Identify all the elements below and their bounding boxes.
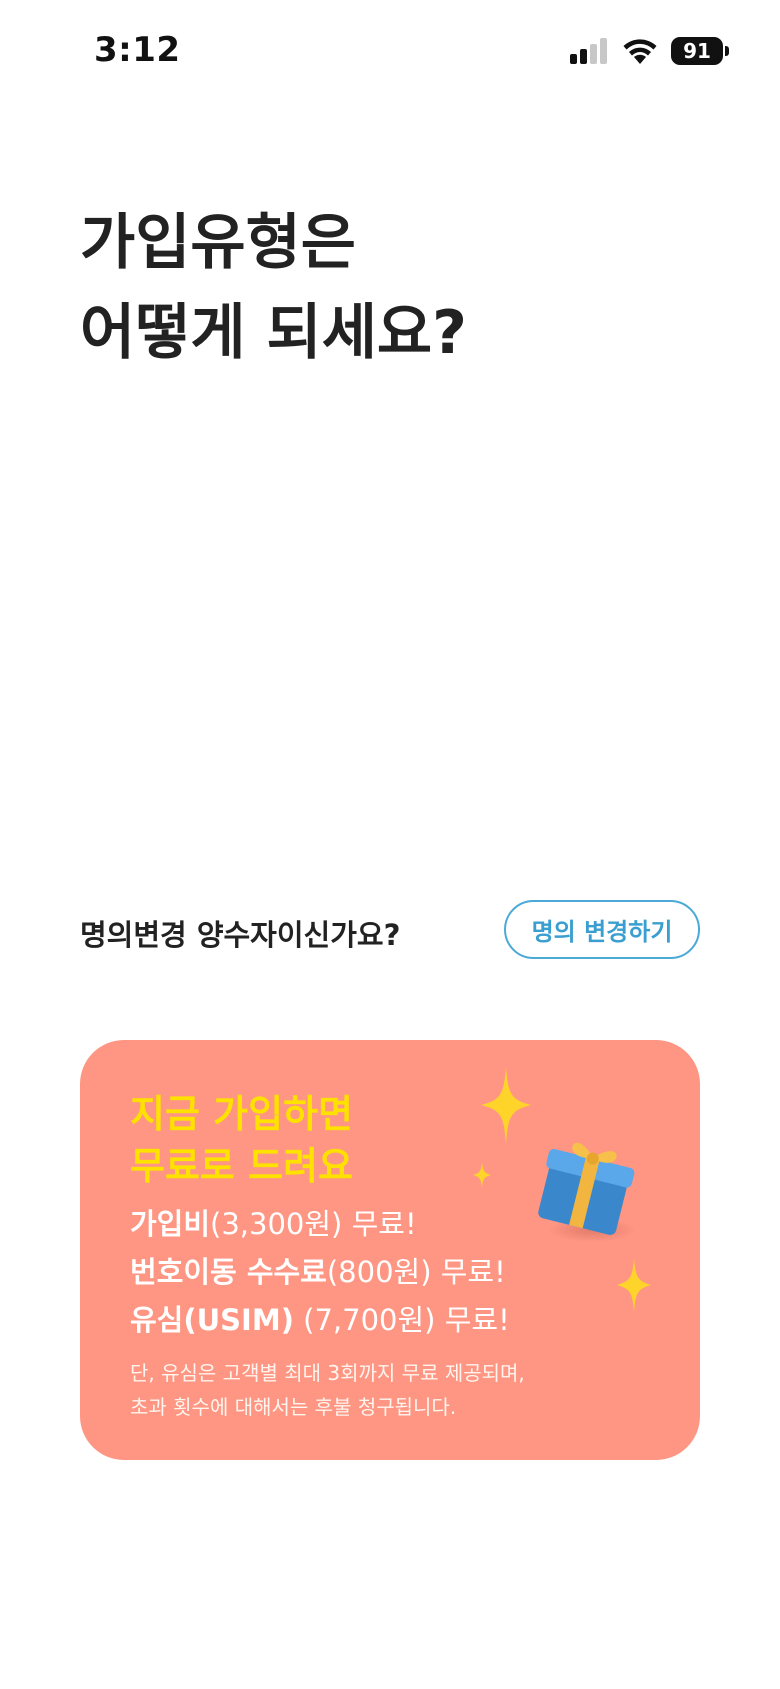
change-ownership-button[interactable]: 명의 변경하기 (504, 900, 700, 959)
page-title-line2: 어떻게 되세요? (80, 298, 467, 368)
benefit-name: 유심(USIM) (130, 1303, 294, 1337)
promo-headline-line2: 무료로 드려요 (130, 1144, 353, 1188)
sparkle-icon (473, 1162, 491, 1188)
benefit-item: 가입비(3,300원) 무료! (130, 1200, 510, 1248)
sparkle-icon (481, 1066, 531, 1144)
transfer-question: 명의변경 양수자이신가요? (80, 918, 401, 952)
benefit-item: 유심(USIM) (7,700원) 무료! (130, 1296, 510, 1344)
promo-note-line1: 단, 유심은 고객별 최대 3회까지 무료 제공되며, (130, 1361, 525, 1385)
transfer-row: 명의변경 양수자이신가요? 명의 변경하기 (80, 900, 700, 960)
sparkle-icon (617, 1258, 651, 1312)
benefit-item: 번호이동 수수료(800원) 무료! (130, 1248, 510, 1296)
promo-note: 단, 유심은 고객별 최대 3회까지 무료 제공되며, 초과 횟수에 대해서는 … (130, 1356, 525, 1424)
battery-icon: 91 (671, 37, 723, 65)
status-time: 3:12 (94, 30, 181, 70)
page-title: 가입유형은 어떻게 되세요? (80, 198, 467, 378)
promo-note-line2: 초과 횟수에 대해서는 후불 청구됩니다. (130, 1395, 457, 1419)
promo-headline: 지금 가입하면 무료로 드려요 (130, 1088, 353, 1192)
battery-level: 91 (683, 39, 711, 63)
gift-icon (538, 1142, 636, 1242)
benefit-list: 가입비(3,300원) 무료! 번호이동 수수료(800원) 무료! 유심(US… (130, 1200, 510, 1344)
status-bar: 3:12 91 (0, 0, 780, 110)
benefit-name: 번호이동 수수료 (130, 1255, 327, 1289)
benefit-detail: (7,700원) 무료! (293, 1303, 510, 1337)
page-title-line1: 가입유형은 (80, 208, 356, 278)
benefit-detail: (3,300원) 무료! (210, 1207, 417, 1241)
promo-headline-line1: 지금 가입하면 (130, 1092, 353, 1136)
battery-tip (725, 46, 729, 56)
promo-card: 지금 가입하면 무료로 드려요 가입비(3,300원) 무료! 번호이동 수수료… (80, 1040, 700, 1460)
signal-icon (570, 38, 607, 64)
wifi-icon (623, 39, 657, 64)
benefit-detail: (800원) 무료! (326, 1255, 506, 1289)
benefit-name: 가입비 (130, 1207, 211, 1241)
